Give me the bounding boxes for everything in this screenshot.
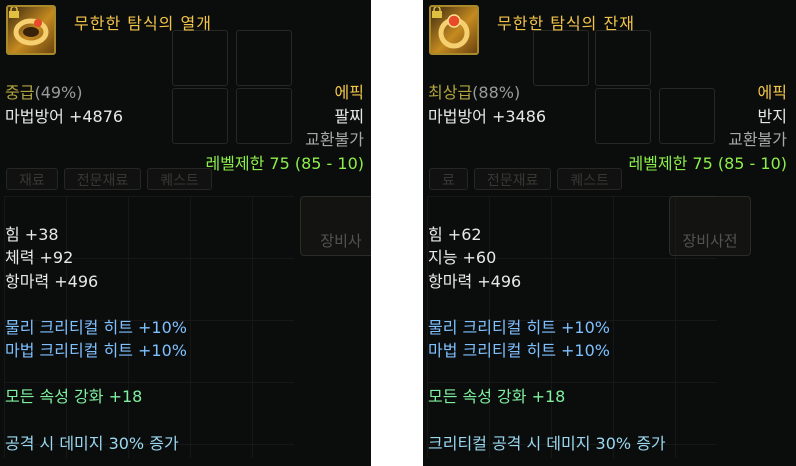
trade-status: 교환불가 — [728, 130, 787, 149]
item-rarity: 에픽 — [757, 83, 787, 102]
background-slot — [595, 88, 651, 144]
item-slot: 반지 — [757, 107, 787, 126]
stat-line: 항마력 +496 — [5, 272, 99, 291]
element-line: 모든 속성 강화 +18 — [5, 387, 143, 406]
tooltip-header: 무한한 탐식의 잔재 — [423, 0, 796, 66]
bracelet-icon — [6, 5, 56, 55]
background-equipment-button: 장비사 — [300, 196, 371, 256]
item-tooltip-left: 재료 전문재료 퀘스트 장비사 무한한 탐식의 열개 중급(49%) 에픽 마법… — [0, 0, 371, 466]
item-name: 무한한 탐식의 잔재 — [497, 14, 635, 33]
lock-icon — [432, 7, 442, 18]
crit-line: 마법 크리티컬 히트 +10% — [5, 341, 187, 360]
bg-tab: 퀘스트 — [147, 168, 212, 190]
trade-status: 교환불가 — [305, 130, 364, 149]
ring-icon — [429, 5, 479, 55]
stat-line: 체력 +92 — [5, 248, 74, 267]
bg-tab: 전문재료 — [473, 168, 552, 190]
item-rarity: 에픽 — [334, 83, 364, 102]
main-stat: 마법방어 +3486 — [428, 107, 547, 126]
stat-line: 힘 +62 — [428, 225, 482, 244]
crit-line: 물리 크리티컬 히트 +10% — [428, 318, 610, 337]
tooltip-header: 무한한 탐식의 열개 — [0, 0, 371, 66]
item-slot: 팔찌 — [334, 107, 364, 126]
stat-line: 힘 +38 — [5, 225, 59, 244]
item-grade: 최상급(88%) — [428, 83, 521, 102]
option-line: 크리티컬 공격 시 데미지 30% 증가 — [428, 434, 666, 453]
main-stat: 마법방어 +4876 — [5, 107, 124, 126]
crit-line: 물리 크리티컬 히트 +10% — [5, 318, 187, 337]
bg-tab: 퀘스트 — [557, 168, 623, 190]
crit-line: 마법 크리티컬 히트 +10% — [428, 341, 610, 360]
stat-line: 지능 +60 — [428, 248, 497, 267]
stat-line: 항마력 +496 — [428, 272, 522, 291]
item-tooltip-right: 료 전문재료 퀘스트 장비사전 무한한 탐식의 잔재 최상급(88%) 에픽 마… — [423, 0, 796, 466]
lock-icon — [9, 7, 19, 18]
element-line: 모든 속성 강화 +18 — [428, 387, 566, 406]
background-slot — [659, 88, 715, 144]
item-name: 무한한 탐식의 열개 — [74, 14, 212, 33]
background-slot — [172, 88, 228, 144]
item-grade: 중급(49%) — [5, 83, 83, 102]
level-limit: 레벨제한 75 (85 - 10) — [628, 154, 787, 173]
background-slot — [236, 88, 292, 144]
bg-tab: 전문재료 — [63, 168, 142, 190]
background-equipment-button: 장비사전 — [669, 196, 751, 256]
bg-tab: 료 — [429, 168, 468, 190]
level-limit: 레벨제한 75 (85 - 10) — [205, 154, 364, 173]
option-line: 공격 시 데미지 30% 증가 — [5, 434, 179, 453]
bg-tab: 재료 — [6, 168, 58, 190]
